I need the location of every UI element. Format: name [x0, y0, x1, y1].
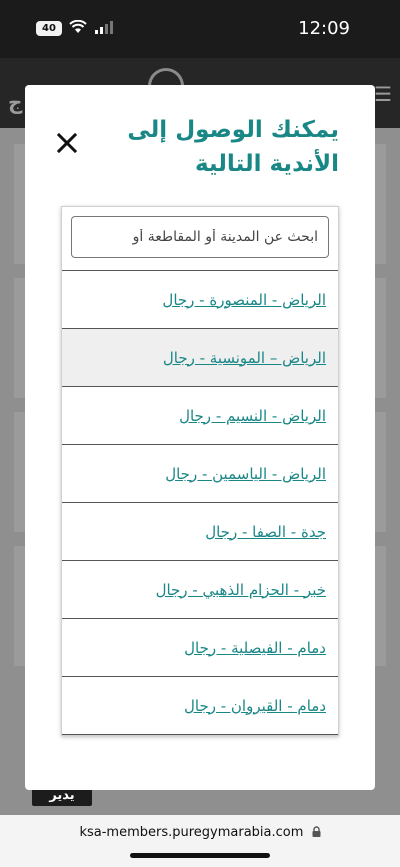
- browser-url-bar: ksa-members.puregymarabia.com: [0, 815, 400, 867]
- search-input[interactable]: [71, 216, 329, 258]
- club-list-item[interactable]: الرياض - النسيم - رجال: [62, 387, 338, 445]
- club-list-item[interactable]: الرياض – المونسية - رجال: [62, 329, 338, 387]
- clubs-panel: الرياض - المنصورة - رجال الرياض – المونس…: [61, 206, 339, 736]
- club-link[interactable]: الرياض - الياسمين - رجال: [165, 465, 326, 483]
- close-icon[interactable]: [53, 129, 81, 157]
- club-link[interactable]: الرياض - النسيم - رجال: [179, 407, 326, 425]
- lock-icon: [312, 826, 321, 837]
- club-list-item[interactable]: الرياض - الياسمين - رجال: [62, 445, 338, 503]
- battery-indicator: 40: [36, 21, 62, 36]
- signal-icon: [95, 21, 113, 34]
- url-text[interactable]: ksa-members.puregymarabia.com: [79, 825, 303, 840]
- clubs-modal: يمكنك الوصول إلى الأندية التالية الرياض …: [25, 85, 375, 790]
- club-list-item[interactable]: خبر - الحزام الذهبي - رجال: [62, 561, 338, 619]
- home-indicator: [130, 853, 270, 858]
- wifi-icon: [69, 20, 87, 33]
- club-list-item[interactable]: الرياض - المنصورة - رجال: [62, 271, 338, 329]
- club-link[interactable]: جدة - الصفا - رجال: [205, 523, 326, 541]
- clock: 12:09: [298, 18, 350, 39]
- club-link[interactable]: دمام - القيروان - رجال: [184, 697, 326, 715]
- club-list-item[interactable]: دمام - القيروان - رجال: [62, 677, 338, 735]
- club-list: الرياض - المنصورة - رجال الرياض – المونس…: [62, 271, 338, 735]
- club-link[interactable]: الرياض – المونسية - رجال: [163, 349, 326, 367]
- modal-title: يمكنك الوصول إلى الأندية التالية: [109, 113, 339, 181]
- status-bar: 40 12:09: [0, 0, 400, 58]
- search-container: [62, 207, 338, 271]
- club-list-item[interactable]: دمام - الفيصلية - رجال: [62, 619, 338, 677]
- club-link[interactable]: دمام - الفيصلية - رجال: [184, 639, 326, 657]
- header-edge-glyph: ج: [8, 90, 23, 114]
- club-link[interactable]: الرياض - المنصورة - رجال: [162, 291, 326, 309]
- modal-title-line: يمكنك الوصول إلى: [127, 117, 339, 143]
- menu-icon[interactable]: ☰: [374, 82, 392, 106]
- club-list-item[interactable]: جدة - الصفا - رجال: [62, 503, 338, 561]
- modal-title-line: الأندية التالية: [194, 151, 339, 177]
- club-link[interactable]: خبر - الحزام الذهبي - رجال: [156, 581, 326, 599]
